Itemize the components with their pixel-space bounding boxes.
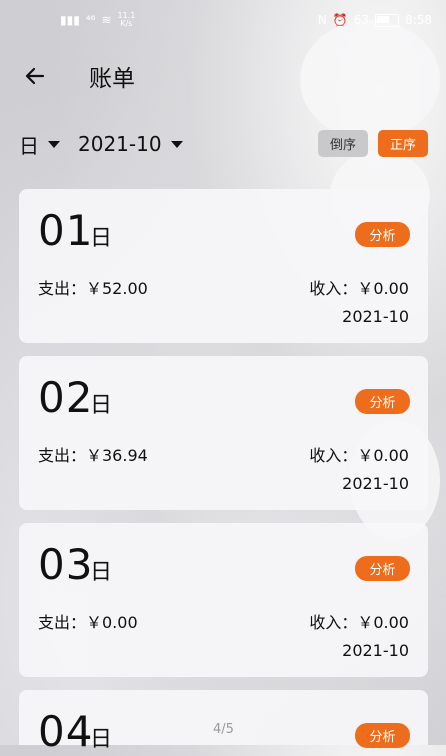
unit-dropdown[interactable]: 日 bbox=[19, 130, 60, 159]
bill-card[interactable]: 02 日 分析 支出：￥36.94 收入：￥0.00 2021-10 bbox=[19, 356, 428, 510]
day-unit: 日 bbox=[90, 560, 113, 585]
battery-icon bbox=[375, 13, 400, 27]
sort-asc-button[interactable]: 正序 bbox=[377, 130, 428, 157]
signal-icon: ▮▮▮ bbox=[60, 13, 80, 27]
wifi-icon: ≋ bbox=[101, 13, 112, 27]
back-button[interactable] bbox=[15, 56, 55, 96]
bill-card[interactable]: 01 日 分析 支出：￥52.00 收入：￥0.00 2021-10 bbox=[19, 189, 428, 343]
day-unit: 日 bbox=[90, 393, 113, 418]
caret-down-icon bbox=[170, 140, 183, 148]
alarm-icon: ⏰ bbox=[332, 13, 348, 27]
analyze-button[interactable]: 分析 bbox=[355, 556, 410, 581]
day-number: 04 bbox=[38, 707, 94, 756]
unit-dropdown-label: 日 bbox=[19, 133, 39, 158]
analyze-button[interactable]: 分析 bbox=[355, 389, 410, 414]
arrow-left-icon bbox=[25, 67, 45, 85]
page-title: 账单 bbox=[89, 66, 135, 92]
sort-desc-button[interactable]: 倒序 bbox=[317, 130, 368, 157]
header: 账单 bbox=[0, 50, 446, 102]
page-indicator: 4/5 bbox=[213, 722, 234, 737]
filter-row: 日 2021-10 倒序 正序 bbox=[0, 124, 446, 164]
nfc-icon: N bbox=[317, 13, 327, 27]
caret-down-icon bbox=[48, 140, 60, 148]
day-number: 01 bbox=[38, 206, 94, 255]
expense-amount: 支出：￥0.00 bbox=[38, 613, 138, 632]
bill-card[interactable]: 03 日 分析 支出：￥0.00 收入：￥0.00 2021-10 bbox=[19, 523, 428, 677]
month-dropdown-label: 2021-10 bbox=[78, 132, 162, 156]
battery-percent: 63 bbox=[353, 13, 370, 27]
network-label: ⁴⁶ bbox=[85, 13, 96, 27]
analyze-button[interactable]: 分析 bbox=[355, 222, 410, 247]
network-speed: 11.1 K/s bbox=[117, 11, 136, 28]
clock: 8:58 bbox=[405, 13, 432, 27]
card-month: 2021-10 bbox=[342, 307, 409, 326]
status-bar: ▮▮▮ ⁴⁶ ≋ 11.1 K/s N ⏰ 63 8:58 bbox=[0, 0, 446, 40]
month-dropdown[interactable]: 2021-10 bbox=[78, 132, 183, 156]
day-unit: 日 bbox=[90, 727, 113, 752]
income-amount: 收入：￥0.00 bbox=[309, 279, 409, 298]
day-number: 02 bbox=[38, 373, 94, 422]
income-amount: 收入：￥0.00 bbox=[309, 613, 409, 632]
card-month: 2021-10 bbox=[342, 474, 409, 493]
sort-buttons: 倒序 正序 bbox=[317, 130, 428, 157]
day-number: 03 bbox=[38, 540, 94, 589]
income-amount: 收入：￥0.00 bbox=[309, 446, 409, 465]
expense-amount: 支出：￥36.94 bbox=[38, 446, 148, 465]
day-unit: 日 bbox=[90, 226, 113, 251]
analyze-button[interactable]: 分析 bbox=[355, 723, 410, 748]
card-month: 2021-10 bbox=[342, 641, 409, 660]
expense-amount: 支出：￥52.00 bbox=[38, 279, 148, 298]
